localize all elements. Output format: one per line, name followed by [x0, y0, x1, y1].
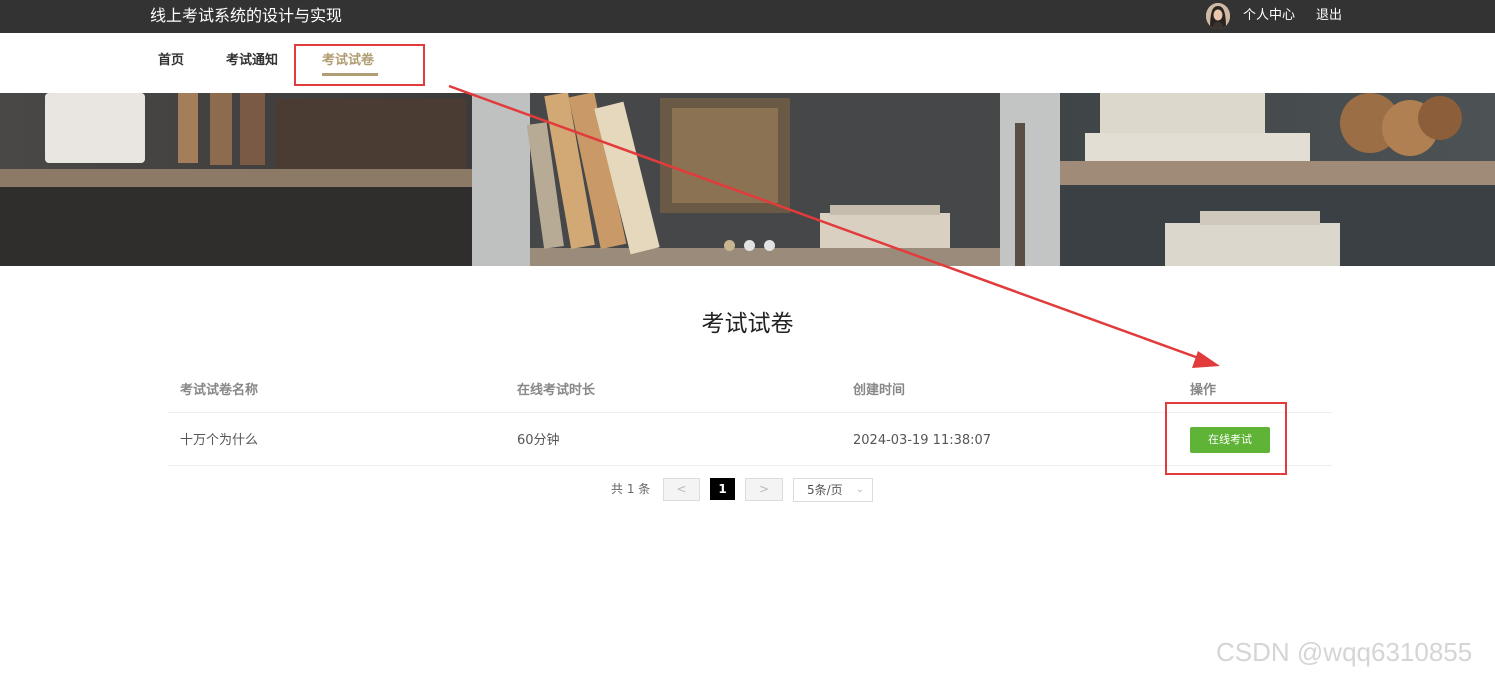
watermark: CSDN @wqq6310855 — [1216, 637, 1473, 667]
annotation-arrow — [448, 84, 1220, 368]
